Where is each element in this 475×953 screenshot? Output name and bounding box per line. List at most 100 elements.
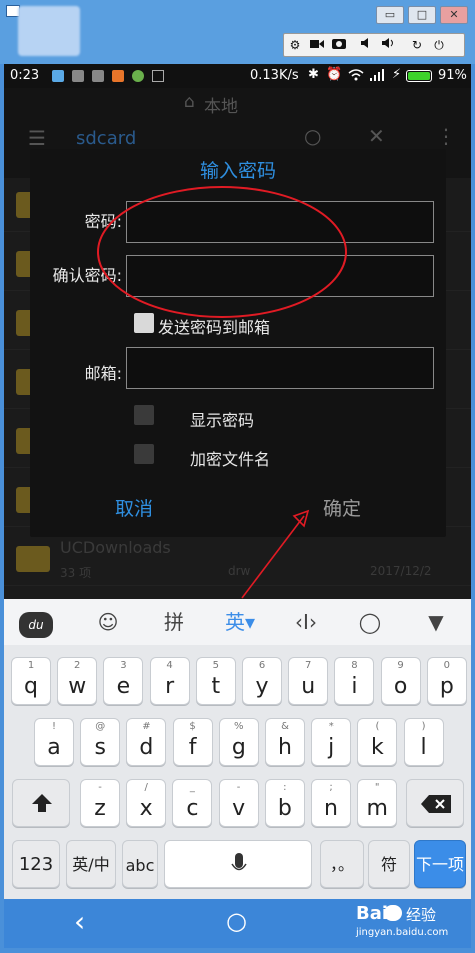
encrypt-filename-label: 加密文件名 bbox=[190, 450, 271, 469]
close-button[interactable]: ✕ bbox=[440, 6, 468, 24]
close-icon[interactable]: ✕ bbox=[368, 124, 385, 148]
dialog-title: 输入密码 bbox=[199, 160, 276, 182]
notification-icon bbox=[52, 70, 64, 82]
file-row[interactable]: UCDownloads 33 项 drw 2017/12/2 bbox=[4, 532, 471, 586]
symbol-key[interactable]: 符 bbox=[368, 840, 410, 888]
notification-icon bbox=[152, 70, 164, 82]
cursor-icon[interactable]: ‹I› bbox=[286, 607, 326, 637]
volume-up-icon[interactable] bbox=[378, 35, 400, 55]
key-b[interactable]: :b bbox=[264, 779, 305, 827]
power-icon[interactable]: ⏻ bbox=[428, 35, 450, 55]
key-e[interactable]: 3e bbox=[103, 657, 144, 705]
shift-icon bbox=[32, 794, 52, 812]
key-p[interactable]: 0p bbox=[426, 657, 467, 705]
settings-icon[interactable]: ⚙ bbox=[284, 35, 306, 55]
key-d[interactable]: # d bbox=[126, 718, 167, 766]
network-speed: 0.13K/s bbox=[250, 68, 299, 83]
key-a[interactable]: ! a bbox=[34, 718, 74, 766]
paw-icon bbox=[384, 905, 402, 921]
permission: drw bbox=[228, 564, 251, 578]
keyboard-toolbar: du ☺ 拼 英▾ ‹I› ◯ ▼ bbox=[4, 599, 471, 645]
next-field-key[interactable]: 下一项 bbox=[414, 840, 466, 888]
key-x[interactable]: / x bbox=[126, 779, 167, 827]
hide-keyboard-icon[interactable]: ▼ bbox=[416, 607, 456, 637]
volume-down-icon[interactable] bbox=[356, 35, 378, 55]
english-mode-button[interactable]: 英▾ bbox=[220, 607, 260, 637]
baidu-input-icon[interactable]: du bbox=[16, 607, 56, 638]
send-email-checkbox[interactable] bbox=[134, 313, 154, 333]
key-q[interactable]: 1q bbox=[11, 657, 51, 705]
shift-key[interactable] bbox=[12, 779, 70, 827]
key-v[interactable]: -v bbox=[218, 779, 259, 827]
menu-icon[interactable]: ☰ bbox=[28, 126, 46, 150]
key-y[interactable]: 6y bbox=[242, 657, 282, 705]
minimize-button[interactable]: ▭ bbox=[376, 6, 404, 24]
location-label: 本地 bbox=[204, 97, 238, 117]
status-bar: 0:23 0.13K/s ✱ ⏰ ⚡ 91% bbox=[4, 64, 471, 88]
send-email-label: 发送密码到邮箱 bbox=[158, 318, 271, 337]
watermark-url: jingyan.baidu.com bbox=[356, 927, 449, 938]
key-o[interactable]: 9o bbox=[380, 657, 421, 705]
abc-key[interactable]: abc bbox=[122, 840, 158, 888]
password-dialog: 输入密码 密码: 确认密码: 发送密码到邮箱 邮箱: 显示密码 加密文件名 取消… bbox=[30, 149, 446, 537]
ok-button[interactable]: 确定 bbox=[278, 494, 406, 526]
key-h[interactable]: & h bbox=[265, 718, 305, 766]
email-field[interactable] bbox=[126, 347, 434, 389]
more-icon[interactable]: ⋮ bbox=[436, 124, 456, 148]
microphone-icon[interactable] bbox=[231, 853, 247, 881]
key-s[interactable]: @ s bbox=[80, 718, 121, 766]
path-title: sdcard bbox=[76, 128, 137, 149]
rotate-icon[interactable]: ↻ bbox=[406, 35, 428, 55]
maximize-button[interactable]: □ bbox=[408, 6, 436, 24]
key-t[interactable]: 5t bbox=[195, 657, 236, 705]
key-m[interactable]: " m bbox=[357, 779, 398, 827]
confirm-password-label: 确认密码: bbox=[52, 266, 122, 285]
key-j[interactable]: * j bbox=[311, 718, 352, 766]
emulator-toolbar: ⚙ ↻ ⏻ bbox=[283, 33, 465, 57]
blurred-avatar bbox=[18, 6, 80, 56]
watermark-title: 经验 bbox=[406, 906, 437, 924]
soft-keyboard: du ☺ 拼 英▾ ‹I› ◯ ▼ 123 英/中 abc ，。 符 下一项 1… bbox=[4, 599, 471, 899]
cancel-button[interactable]: 取消 bbox=[70, 494, 198, 526]
number-key[interactable]: 123 bbox=[12, 840, 60, 888]
key-l[interactable]: ) l bbox=[403, 718, 444, 766]
notification-icon bbox=[112, 70, 124, 82]
key-n[interactable]: ; n bbox=[311, 779, 351, 827]
language-switch-key[interactable]: 英/中 bbox=[66, 840, 116, 888]
key-z[interactable]: -z bbox=[80, 779, 120, 827]
home-button[interactable]: ○ bbox=[226, 907, 247, 935]
signal-icon bbox=[370, 69, 386, 85]
show-password-checkbox[interactable] bbox=[134, 405, 154, 425]
space-key[interactable] bbox=[164, 840, 312, 888]
key-k[interactable]: (k bbox=[357, 718, 398, 766]
modified-date: 2017/12/2 bbox=[370, 564, 432, 578]
folder-icon bbox=[16, 546, 50, 572]
home-icon: ⌂ bbox=[184, 92, 195, 112]
notification-icon bbox=[72, 70, 84, 82]
back-button[interactable]: ‹ bbox=[74, 905, 85, 938]
key-f[interactable]: $ f bbox=[172, 718, 213, 766]
confirm-password-field[interactable] bbox=[126, 255, 434, 297]
key-r[interactable]: 4r bbox=[149, 657, 190, 705]
encrypt-filename-checkbox[interactable] bbox=[134, 444, 154, 464]
video-record-icon[interactable] bbox=[306, 35, 328, 55]
emoji-icon[interactable]: ☺ bbox=[88, 607, 128, 637]
password-label: 密码: bbox=[84, 212, 122, 231]
key-w[interactable]: 2w bbox=[57, 657, 98, 705]
key-c[interactable]: _ c bbox=[172, 779, 213, 827]
alarm-icon: ⏰ bbox=[326, 67, 343, 82]
battery-icon bbox=[406, 70, 432, 82]
key-g[interactable]: % g bbox=[218, 718, 259, 766]
bluetooth-icon: ✱ bbox=[308, 67, 319, 82]
password-field[interactable] bbox=[126, 201, 434, 243]
search-icon[interactable]: ○ bbox=[304, 124, 321, 148]
camera-icon[interactable] bbox=[328, 35, 350, 55]
pinyin-mode-button[interactable]: 拼 bbox=[154, 607, 194, 637]
key-i[interactable]: 8i bbox=[334, 657, 375, 705]
punctuation-key[interactable]: ，。 bbox=[320, 840, 364, 888]
window-titlebar: ▭ □ ✕ ⚙ ↻ ⏻ bbox=[0, 0, 475, 64]
backspace-key[interactable] bbox=[406, 779, 464, 827]
backspace-icon bbox=[421, 795, 451, 813]
key-u[interactable]: 7u bbox=[288, 657, 329, 705]
search-icon[interactable]: ◯ bbox=[350, 607, 390, 637]
